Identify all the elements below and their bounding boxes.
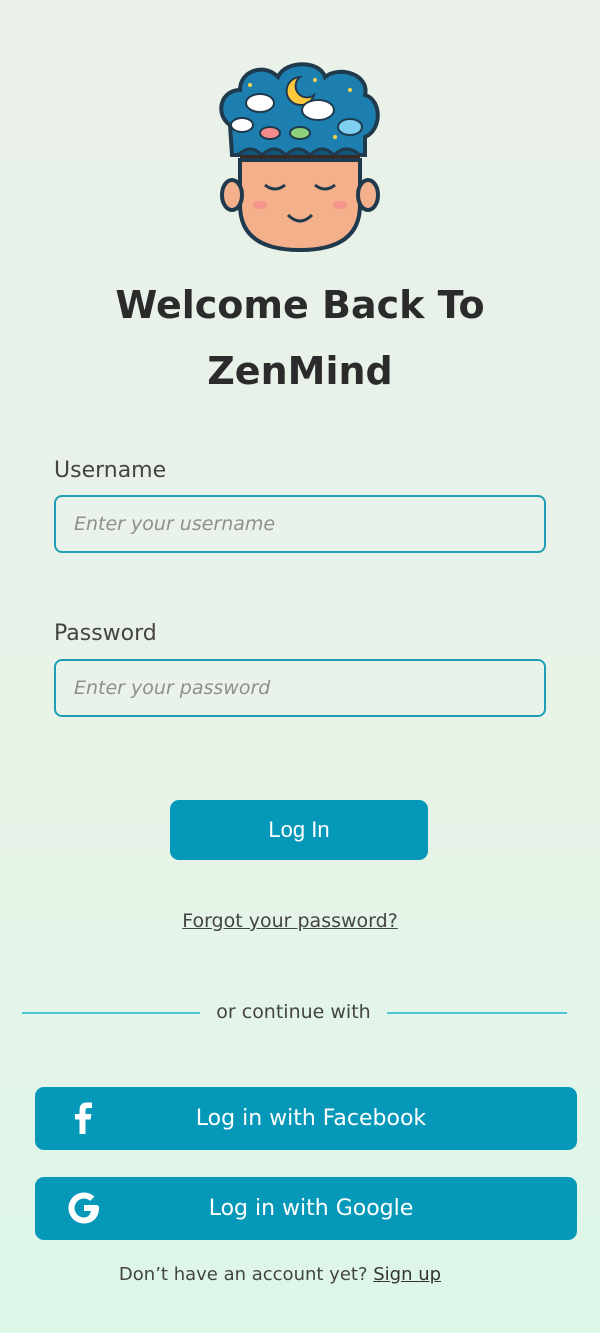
- divider-right: [387, 1012, 567, 1014]
- password-label: Password: [54, 621, 157, 646]
- signup-row: Don’t have an account yet? Sign up: [0, 1264, 560, 1285]
- google-login-button[interactable]: Log in with Google: [35, 1177, 577, 1240]
- page-title-line-1: Welcome Back To: [115, 283, 485, 327]
- password-input[interactable]: [54, 659, 546, 717]
- facebook-login-button[interactable]: Log in with Facebook: [35, 1087, 577, 1150]
- divider-left: [22, 1012, 200, 1014]
- divider-text: or continue with: [216, 1001, 371, 1023]
- facebook-login-label: Log in with Facebook: [195, 1106, 427, 1131]
- username-input[interactable]: [54, 495, 546, 553]
- signup-prompt: Don’t have an account yet?: [118, 1264, 368, 1285]
- signup-link[interactable]: Sign up: [373, 1264, 441, 1285]
- zenmind-logo-icon: [210, 55, 390, 255]
- username-label: Username: [54, 458, 167, 483]
- login-button[interactable]: Log In: [170, 800, 428, 860]
- google-login-label: Log in with Google: [208, 1196, 414, 1221]
- page-title-line-2: ZenMind: [207, 349, 393, 393]
- forgot-password-link[interactable]: Forgot your password?: [0, 910, 580, 932]
